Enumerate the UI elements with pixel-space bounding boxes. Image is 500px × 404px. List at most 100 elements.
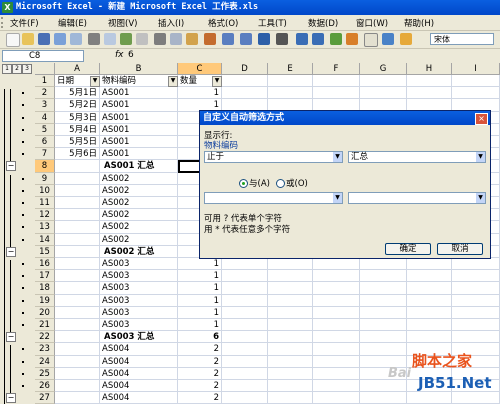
row-header[interactable]: 26 — [35, 380, 55, 393]
menu-edit[interactable]: 编辑(E) — [58, 17, 87, 29]
cell-quantity[interactable]: 2 — [178, 367, 222, 380]
cell-empty[interactable] — [313, 270, 360, 283]
cell-date[interactable] — [55, 184, 100, 197]
cell-date[interactable] — [55, 197, 100, 210]
cell-item-code[interactable]: AS003 — [100, 282, 178, 295]
cell-date[interactable] — [55, 294, 100, 307]
cell-empty[interactable] — [452, 270, 500, 283]
outline-level-1-button[interactable]: 1 — [2, 64, 12, 74]
cell-item-code[interactable]: 物料编码 — [100, 75, 178, 88]
cell-date[interactable] — [55, 355, 100, 368]
row-header[interactable]: 5 — [35, 123, 55, 136]
cell-empty[interactable] — [452, 319, 500, 332]
cell-item-code[interactable]: AS001 — [100, 87, 178, 100]
row-header[interactable]: 2 — [35, 87, 55, 100]
menu-window[interactable]: 窗口(W) — [356, 17, 388, 29]
cell-empty[interactable] — [360, 331, 407, 344]
cell-item-code[interactable]: AS002 — [100, 184, 178, 197]
zoom-icon[interactable] — [364, 33, 378, 47]
chart-wizard-icon[interactable] — [330, 33, 342, 45]
column-header-g[interactable]: G — [360, 63, 407, 75]
cell-item-code[interactable]: AS001 汇总 — [100, 160, 178, 173]
cell-date[interactable]: 5月2日 — [55, 99, 100, 112]
copy-icon[interactable] — [170, 33, 182, 45]
cell-empty[interactable] — [360, 319, 407, 332]
cell-item-code[interactable]: AS004 — [100, 367, 178, 380]
cell-empty[interactable] — [313, 319, 360, 332]
cell-date[interactable] — [55, 221, 100, 234]
cell-date[interactable] — [55, 160, 100, 173]
value1-select[interactable]: 汇总 ▼ — [348, 151, 486, 163]
cell-date[interactable]: 5月1日 — [55, 87, 100, 100]
print-icon[interactable] — [88, 33, 100, 45]
cell-date[interactable] — [55, 282, 100, 295]
cell-empty[interactable] — [313, 258, 360, 271]
filter-dropdown-date-icon[interactable]: ▼ — [90, 76, 100, 87]
row-header[interactable]: 17 — [35, 270, 55, 283]
row-header[interactable]: 6 — [35, 136, 55, 149]
menu-format[interactable]: 格式(O) — [208, 17, 238, 29]
cell-empty[interactable] — [268, 319, 313, 332]
cell-quantity[interactable]: 1 — [178, 258, 222, 271]
cell-empty[interactable] — [268, 75, 313, 88]
row-header[interactable]: 22 — [35, 331, 55, 344]
ok-button[interactable]: 确定 — [385, 243, 431, 255]
cell-empty[interactable] — [268, 294, 313, 307]
cell-empty[interactable] — [452, 294, 500, 307]
research-icon[interactable] — [136, 33, 148, 45]
cell-date[interactable] — [55, 270, 100, 283]
cell-empty[interactable] — [222, 270, 268, 283]
cell-empty[interactable] — [407, 392, 452, 404]
cell-empty[interactable] — [268, 343, 313, 356]
cell-empty[interactable] — [313, 87, 360, 100]
font-name-select[interactable]: 宋体 — [430, 33, 494, 45]
cell-date[interactable]: 5月4日 — [55, 123, 100, 136]
filter-dropdown-quantity-icon[interactable]: ▼ — [212, 76, 222, 87]
cell-empty[interactable] — [407, 87, 452, 100]
select-all-corner[interactable] — [35, 63, 55, 75]
cell-empty[interactable] — [222, 258, 268, 271]
cell-item-code[interactable]: AS002 — [100, 197, 178, 210]
collapse-minus-icon[interactable]: − — [6, 332, 16, 343]
drawing-icon[interactable] — [346, 33, 358, 45]
cell-date[interactable]: 5月6日 — [55, 148, 100, 161]
cell-item-code[interactable]: AS004 — [100, 392, 178, 404]
cell-empty[interactable] — [407, 270, 452, 283]
cell-item-code[interactable]: AS003 — [100, 270, 178, 283]
outline-level-2-button[interactable]: 2 — [12, 64, 22, 74]
row-header[interactable]: 23 — [35, 343, 55, 356]
autosum-icon[interactable] — [276, 33, 288, 45]
row-header[interactable]: 27 — [35, 392, 55, 404]
cell-date[interactable] — [55, 392, 100, 404]
row-header[interactable]: 8 — [35, 160, 55, 173]
column-header-e[interactable]: E — [268, 63, 313, 75]
cell-empty[interactable] — [268, 258, 313, 271]
print-preview-icon[interactable] — [104, 33, 116, 45]
cut-icon[interactable] — [154, 33, 166, 45]
cell-quantity[interactable]: 2 — [178, 355, 222, 368]
options-icon[interactable] — [400, 33, 412, 45]
cell-item-code[interactable]: AS002 汇总 — [100, 245, 178, 258]
menu-tools[interactable]: 工具(T) — [258, 17, 287, 29]
column-header-c[interactable]: C — [178, 63, 222, 75]
collapse-minus-icon[interactable]: − — [6, 246, 16, 257]
row-header[interactable]: 19 — [35, 294, 55, 307]
row-header[interactable]: 12 — [35, 209, 55, 222]
paste-icon[interactable] — [186, 33, 198, 45]
redo-icon[interactable] — [240, 33, 252, 45]
row-header[interactable]: 10 — [35, 184, 55, 197]
cell-empty[interactable] — [407, 294, 452, 307]
format-painter-icon[interactable] — [204, 33, 216, 45]
menu-insert[interactable]: 插入(I) — [158, 17, 184, 29]
cell-empty[interactable] — [313, 392, 360, 404]
cell-quantity[interactable]: 1 — [178, 294, 222, 307]
hyperlink-icon[interactable] — [258, 33, 270, 45]
email-icon[interactable] — [70, 33, 82, 45]
cell-date[interactable]: 5月5日 — [55, 136, 100, 149]
cell-date[interactable] — [55, 233, 100, 246]
cell-date[interactable] — [55, 245, 100, 258]
cell-empty[interactable] — [268, 270, 313, 283]
cell-empty[interactable] — [268, 87, 313, 100]
name-box[interactable]: C8 — [2, 50, 84, 62]
cell-item-code[interactable]: AS003 汇总 — [100, 331, 178, 344]
